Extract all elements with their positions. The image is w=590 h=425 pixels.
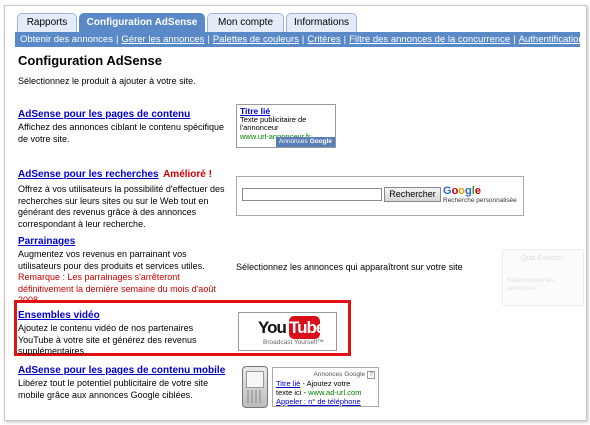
mobile-ad-text-a: - Ajoutez votre [302,379,351,388]
youtube-logo-tube: Tube [289,316,325,339]
subnav-criteria[interactable]: Critères [307,34,340,45]
content-ads-link[interactable]: AdSense pour les pages de contenu [18,109,228,120]
improved-badge: Amélioré ! [163,169,212,180]
subnav-color-palettes[interactable]: Palettes de couleurs [213,34,299,45]
mobile-ad-header: Annonces Google ? [276,370,375,379]
page-intro: Sélectionnez le produit à ajouter à votr… [18,76,196,86]
sub-navigation: Obtenir des annonces | Gérer les annonces |… [15,32,580,47]
ads-by-google-badge: Annonces Google [275,136,335,147]
faded-widget-text: Sélectionnez les annonces [507,277,555,292]
search-ads-description: Offrez à vos utilisateurs la possibilité… [18,184,225,229]
section-search-ads: AdSense pour les recherches Amélioré ! O… [18,164,228,230]
referrals-description: Augmentez vos revenus en parrainant vos … [18,249,205,271]
mobile-phone-icon [242,366,268,408]
youtube-logo-icon: You Tube Broadcast Yourself™ [238,312,337,351]
page-title: Configuration AdSense [18,53,162,68]
mobile-ad-text-b: texte ici - [276,388,307,397]
faded-widget-title: Quiz Explorer [521,255,564,262]
subnav-site-authentication[interactable]: Authentification du site [519,34,580,45]
mobile-ads-description: Libérez tout le potentiel publicitaire d… [18,378,209,400]
section-mobile-ads: AdSense pour les pages de contenu mobile… [18,365,228,401]
sample-search-input [242,188,382,201]
faded-widget: Quiz Explorer Sélectionnez les annonces [502,249,584,306]
section-content-ads: AdSense pour les pages de contenu Affich… [18,109,228,145]
tab-adsense-setup[interactable]: Configuration AdSense [79,13,205,33]
custom-search-label: Recherche personnalisée [443,197,517,204]
google-logo-icon: Google [443,185,481,197]
content-ads-description: Affichez des annonces ciblant le contenu… [18,122,224,144]
help-icon: ? [367,371,375,379]
tab-my-account[interactable]: Mon compte [207,13,284,32]
video-units-description: Ajoutez le contenu vidéo de nos partenai… [18,323,197,356]
youtube-logo-you: You [258,318,287,337]
mobile-ad-title: Titre lié [276,379,301,388]
tab-information[interactable]: Informations [286,13,357,32]
mobile-ads-link[interactable]: AdSense pour les pages de contenu mobile [18,365,228,376]
section-referrals: Parrainages Augmentez vos revenus en par… [18,236,228,307]
mobile-ad-url: www.ad-url.com [308,388,362,397]
section-video-units: Ensembles vidéo Ajoutez le contenu vidéo… [18,310,228,358]
sample-search-box: Rechercher Google Recherche personnalisé… [236,176,524,216]
search-ads-link[interactable]: AdSense pour les recherches [18,169,159,180]
mobile-ad-call-link: Appeler : n° de téléphone [276,397,361,406]
tab-reports[interactable]: Rapports [17,13,77,32]
youtube-tagline: Broadcast Yourself™ [263,339,324,346]
sample-mobile-ad: Annonces Google ? Titre lié - Ajoutez vo… [272,367,379,407]
sample-text-ad: Titre lié Texte publicitaire de l'annonc… [236,104,336,148]
referrals-link[interactable]: Parrainages [18,236,228,247]
subnav-competitive-ad-filter[interactable]: Filtre des annonces de la concurrence [349,34,510,45]
app-window: Rapports Configuration AdSense Mon compt… [4,5,587,421]
video-units-link[interactable]: Ensembles vidéo [18,310,228,321]
subnav-manage-ads[interactable]: Gérer les annonces [121,34,204,45]
sample-search-button: Rechercher [384,187,441,202]
subnav-current-get-ads: Obtenir des annonces [20,34,113,45]
referrals-right-text: Sélectionnez les annonces qui apparaîtro… [236,262,463,272]
